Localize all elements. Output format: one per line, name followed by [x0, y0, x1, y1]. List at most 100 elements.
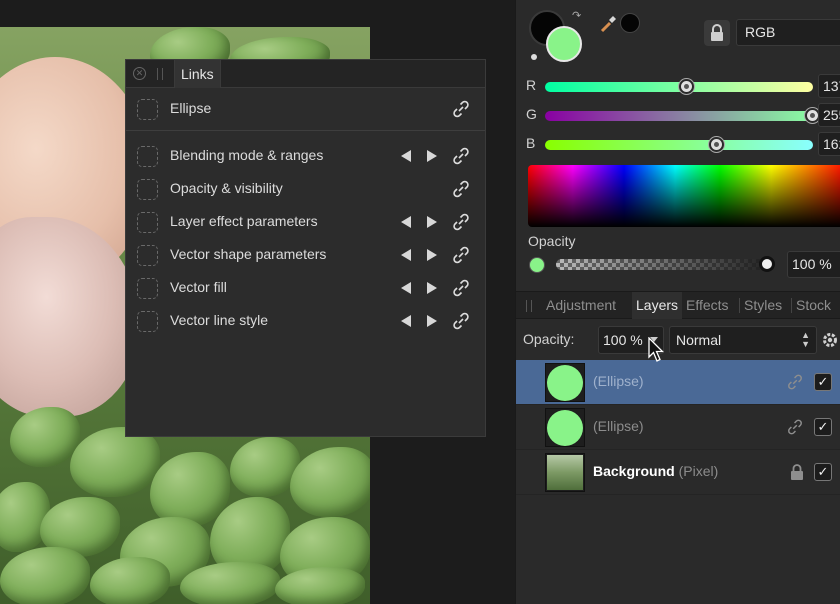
layer-row[interactable]: (Ellipse) ✓	[516, 360, 840, 405]
links-item: Layer effect parameters	[126, 205, 485, 238]
layer-thumbnail	[545, 363, 585, 402]
reset-colors-dot[interactable]	[531, 54, 537, 60]
thumbnail-content	[547, 410, 583, 446]
next-arrow-icon[interactable]	[427, 150, 437, 162]
channel-label-r: R	[526, 77, 537, 93]
channel-slider-g[interactable]	[545, 111, 813, 121]
opacity-slider[interactable]	[556, 259, 774, 270]
channel-value-field[interactable]: 137	[818, 74, 840, 98]
color-spectrum[interactable]	[528, 165, 840, 227]
link-icon[interactable]	[451, 146, 471, 166]
link-icon[interactable]	[451, 99, 471, 119]
layer-name: (Ellipse)	[593, 373, 644, 389]
layer-thumbnail	[545, 408, 585, 447]
next-arrow-icon[interactable]	[427, 315, 437, 327]
right-studio-panel: ↷ RGB R 137 G 255 B 162 Opacity 100 % Adjustm…	[515, 0, 840, 604]
link-checkbox[interactable]	[137, 212, 158, 233]
tab-styles[interactable]: Styles	[744, 292, 782, 319]
layer-row[interactable]: (Ellipse) ✓	[516, 405, 840, 450]
link-icon[interactable]	[451, 245, 471, 265]
color-mode-select[interactable]: RGB	[736, 19, 840, 46]
link-checkbox[interactable]	[137, 278, 158, 299]
primary-color-swatch[interactable]	[546, 26, 582, 62]
tab-stock[interactable]: Stock	[796, 292, 831, 319]
links-panel: ✕ Links Ellipse Blending mode & ranges Op…	[125, 59, 486, 437]
link-checkbox[interactable]	[137, 99, 158, 120]
layer-name: Background (Pixel)	[593, 463, 718, 479]
next-arrow-icon[interactable]	[427, 249, 437, 261]
opacity-value-field[interactable]: 100 %	[787, 251, 840, 278]
channel-slider-b[interactable]	[545, 140, 813, 150]
eyedropper-icon[interactable]	[598, 12, 620, 34]
channel-slider-knob[interactable]	[708, 137, 724, 152]
link-checkbox[interactable]	[137, 245, 158, 266]
links-panel-header: ✕ Links	[126, 60, 485, 88]
links-item: Opacity & visibility	[126, 172, 485, 205]
photo-leaf	[10, 407, 80, 467]
lock-color-button[interactable]	[704, 20, 730, 46]
previous-arrow-icon[interactable]	[401, 315, 411, 327]
grip-handle-icon[interactable]	[526, 300, 532, 312]
link-icon[interactable]	[786, 373, 804, 391]
layer-opacity-label: Opacity:	[523, 331, 575, 347]
link-icon[interactable]	[451, 311, 471, 331]
studio-tabs: Adjustment Layers Effects Styles Stock	[516, 291, 840, 319]
close-icon[interactable]: ✕	[133, 67, 146, 80]
links-item-label: Opacity & visibility	[170, 180, 283, 196]
picked-color-swatch[interactable]	[620, 13, 640, 33]
links-item-label: Vector shape parameters	[170, 246, 327, 262]
layer-thumbnail	[545, 453, 585, 492]
lock-icon[interactable]	[790, 463, 804, 481]
link-icon[interactable]	[451, 212, 471, 232]
links-item-label: Blending mode & ranges	[170, 147, 324, 163]
grip-handle-icon[interactable]	[157, 68, 163, 80]
channel-slider-knob[interactable]	[679, 79, 695, 94]
links-item-label: Layer effect parameters	[170, 213, 318, 229]
links-item-label: Vector line style	[170, 312, 269, 328]
layer-row[interactable]: Background (Pixel) ✓	[516, 450, 840, 495]
tab-effects[interactable]: Effects	[686, 292, 729, 319]
updown-chevron-icon: ▲ ▼	[801, 330, 810, 349]
link-icon[interactable]	[451, 179, 471, 199]
divider	[791, 298, 792, 313]
previous-arrow-icon[interactable]	[401, 150, 411, 162]
link-icon[interactable]	[451, 278, 471, 298]
tab-layers[interactable]: Layers	[632, 292, 683, 319]
blend-mode-select[interactable]: Normal ▲ ▼	[669, 326, 817, 354]
gear-icon[interactable]	[821, 331, 839, 349]
photo-leaf	[0, 547, 90, 604]
next-arrow-icon[interactable]	[427, 216, 437, 228]
photo-leaf	[70, 427, 160, 497]
opacity-label: Opacity	[528, 233, 576, 249]
links-item: Vector shape parameters	[126, 238, 485, 271]
tab-links[interactable]: Links	[174, 60, 221, 88]
next-arrow-icon[interactable]	[427, 282, 437, 294]
channel-label-g: G	[526, 106, 537, 122]
previous-arrow-icon[interactable]	[401, 249, 411, 261]
link-checkbox[interactable]	[137, 179, 158, 200]
lock-icon	[711, 24, 723, 41]
link-checkbox[interactable]	[137, 311, 158, 332]
links-item: Blending mode & ranges	[126, 139, 485, 172]
previous-arrow-icon[interactable]	[401, 282, 411, 294]
tab-adjustment[interactable]: Adjustment	[546, 292, 616, 319]
thumbnail-content	[547, 365, 583, 401]
links-item-label: Ellipse	[170, 100, 212, 116]
thumbnail-content	[547, 455, 583, 490]
app-window: ✕ Links Ellipse Blending mode & ranges Op…	[0, 0, 840, 604]
blend-mode-value: Normal	[676, 332, 722, 348]
opacity-color-dot	[529, 257, 545, 273]
visibility-checkbox[interactable]: ✓	[814, 418, 832, 436]
previous-arrow-icon[interactable]	[401, 216, 411, 228]
layer-type-text: (Pixel)	[678, 463, 719, 479]
visibility-checkbox[interactable]: ✓	[814, 463, 832, 481]
links-item: Vector line style	[126, 304, 485, 337]
link-icon[interactable]	[786, 418, 804, 436]
opacity-slider-knob[interactable]	[759, 256, 775, 272]
link-checkbox[interactable]	[137, 146, 158, 167]
divider	[126, 130, 485, 131]
channel-value-field[interactable]: 255	[818, 103, 840, 127]
channel-value-field[interactable]: 162	[818, 132, 840, 156]
visibility-checkbox[interactable]: ✓	[814, 373, 832, 391]
swap-colors-icon[interactable]: ↷	[572, 9, 581, 22]
